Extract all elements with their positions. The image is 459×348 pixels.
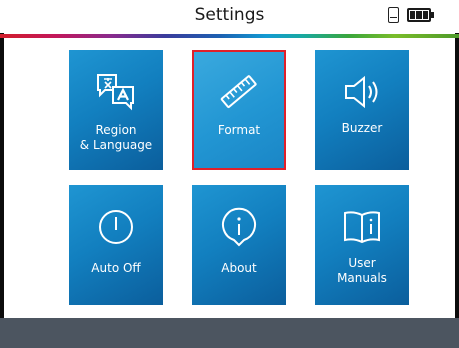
ruler-icon [220,75,257,108]
battery-tip [431,12,434,18]
speaker-icon [345,75,378,109]
tile-label: User Manuals [337,256,387,285]
footer-bar [0,318,459,348]
info-icon [222,207,256,247]
tile-label: Buzzer [341,121,383,135]
tile-label: About [221,261,257,275]
tile-label: Format [217,123,261,137]
tile-label: Auto Off [91,261,141,275]
tile-buzzer[interactable]: Buzzer [315,50,409,170]
tile-format[interactable]: Format [192,50,286,170]
tile-region-language[interactable]: Region & Language [69,50,163,170]
tile-label: Region & Language [79,123,153,152]
device-screen: Settings Region & Language Format Buzzer… [0,0,459,348]
sd-card-icon [388,7,399,23]
color-stripe [0,34,459,38]
manual-icon [344,211,380,244]
tile-about[interactable]: About [192,185,286,305]
header-bar: Settings [0,0,459,33]
tile-user-manuals[interactable]: User Manuals [315,185,409,305]
power-icon [99,210,133,244]
battery-icon [407,8,431,22]
tile-auto-off[interactable]: Auto Off [69,185,163,305]
translate-icon [97,74,134,111]
